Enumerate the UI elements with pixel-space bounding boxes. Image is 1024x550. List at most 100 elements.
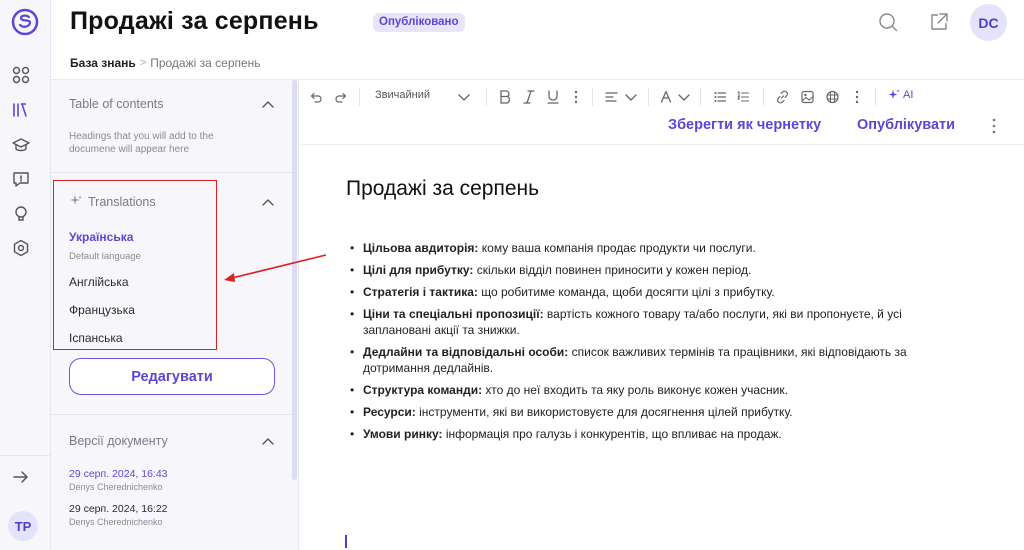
document-editor: Звичайний AI Зберегти як чернетку Опублі… (300, 80, 1024, 550)
toolbar-separator (359, 88, 360, 106)
list-item-text: скільки відділ повинен приносити у кожен… (473, 263, 752, 277)
list-item-text: хто до неї входить та яку роль виконує к… (482, 383, 788, 397)
document-title[interactable]: Продажі за серпень (346, 177, 539, 201)
language-item[interactable]: Іспанська (69, 331, 123, 345)
list-item[interactable]: Структура команди: хто до неї входить та… (348, 382, 968, 398)
versions-title: Версії документу (69, 434, 168, 448)
version-date[interactable]: 29 серп. 2024, 16:22 (69, 503, 168, 515)
chevron-up-icon[interactable] (262, 198, 274, 206)
list-item-text: інформація про галузь і конкурентів, що … (442, 427, 782, 441)
text-style-value: Звичайний (375, 89, 430, 101)
save-draft-button[interactable]: Зберегти як чернетку (668, 117, 821, 133)
toolbar-separator (648, 88, 649, 106)
image-icon[interactable] (801, 89, 814, 105)
list-item-term: Ціни та спеціальні пропозиції: (363, 307, 544, 321)
document-bullet-list[interactable]: Цільова авдиторія: кому ваша компанія пр… (348, 240, 968, 448)
header-avatar[interactable]: DC (970, 4, 1007, 41)
breadcrumb-root[interactable]: База знань (70, 56, 136, 70)
panel-divider (51, 172, 293, 173)
text-color-icon[interactable] (660, 89, 672, 105)
toolbar-separator (875, 88, 876, 106)
list-item[interactable]: Умови ринку: інформація про галузь і кон… (348, 426, 968, 442)
list-item-term: Умови ринку: (363, 427, 443, 441)
more-vertical-icon[interactable] (991, 118, 997, 134)
breadcrumb-current: Продажі за серпень (150, 56, 261, 70)
list-item[interactable]: Ціни та спеціальні пропозиції: вартість … (348, 306, 968, 338)
version-author: Denys Cherednichenko (69, 482, 163, 492)
toolbar-separator (486, 88, 487, 106)
graduation-cap-icon[interactable] (12, 136, 30, 154)
left-rail: TP (0, 0, 51, 550)
chevron-up-icon[interactable] (262, 100, 274, 108)
more-vertical-icon[interactable] (573, 89, 579, 105)
library-icon[interactable] (12, 101, 30, 119)
arrow-right-icon[interactable] (12, 468, 30, 486)
bullet-list-icon[interactable] (714, 89, 726, 105)
document-side-panel: Table of contents Headings that you will… (51, 80, 299, 550)
text-style-select[interactable]: Звичайний (375, 89, 470, 101)
toolbar-separator (700, 88, 701, 106)
editor-toolbar: Звичайний AI (300, 80, 1024, 114)
underline-icon[interactable] (547, 89, 559, 105)
apps-icon[interactable] (12, 66, 30, 84)
breadcrumb: База знань > Продажі за серпень (70, 56, 261, 70)
text-cursor (345, 535, 347, 548)
list-item[interactable]: Цільова авдиторія: кому ваша компанія пр… (348, 240, 968, 256)
settings-hex-icon[interactable] (12, 239, 30, 257)
list-item-text: інструменти, які ви використовуєте для д… (415, 405, 793, 419)
chevron-up-icon[interactable] (262, 437, 274, 445)
language-item[interactable]: Англійська (69, 275, 129, 289)
panel-scrollbar[interactable] (292, 80, 297, 480)
list-item[interactable]: Стратегія і тактика: що робитиме команда… (348, 284, 968, 300)
search-icon[interactable] (878, 12, 898, 32)
question-chat-icon[interactable] (12, 170, 30, 188)
default-language-label: Default language (69, 251, 141, 262)
app-logo-icon[interactable] (9, 6, 41, 38)
table-icon[interactable] (826, 89, 839, 105)
panel-divider (51, 414, 293, 415)
toc-hint: Headings that you will add to the docume… (69, 131, 214, 155)
bold-icon[interactable] (499, 89, 511, 105)
language-default[interactable]: Українська (69, 230, 133, 244)
status-badge: Опубліковано (373, 13, 465, 32)
editor-divider (300, 144, 1024, 145)
toolbar-separator (763, 88, 764, 106)
redo-icon[interactable] (335, 89, 347, 105)
link-icon[interactable] (776, 89, 789, 105)
edit-translations-button[interactable]: Редагувати (69, 358, 275, 395)
sparkle-icon (70, 195, 82, 205)
toolbar-separator (592, 88, 593, 106)
list-item[interactable]: Дедлайни та відповідальні особи: список … (348, 344, 968, 376)
chevron-down-icon[interactable] (678, 89, 690, 105)
share-icon[interactable] (929, 12, 949, 32)
list-item-text: кому ваша компанія продає продукти чи по… (478, 241, 756, 255)
italic-icon[interactable] (523, 89, 535, 105)
rail-divider (0, 455, 51, 456)
align-left-icon[interactable] (605, 89, 618, 105)
list-item-term: Структура команди: (363, 383, 483, 397)
version-date[interactable]: 29 серп. 2024, 16:43 (69, 468, 168, 480)
chevron-down-icon[interactable] (458, 89, 470, 105)
page-title: Продажі за серпень (70, 7, 319, 35)
chevron-down-icon[interactable] (625, 89, 637, 105)
list-item[interactable]: Ресурси: інструменти, які ви використову… (348, 404, 968, 420)
numbered-list-icon[interactable] (737, 89, 749, 105)
list-item-term: Цільова авдиторія: (363, 241, 479, 255)
breadcrumb-separator: > (139, 57, 147, 69)
ai-label: AI (903, 89, 914, 101)
language-item[interactable]: Французька (69, 303, 135, 317)
version-author: Denys Cherednichenko (69, 517, 163, 527)
list-item-term: Ресурси: (363, 405, 416, 419)
ai-assistant-button[interactable]: AI (888, 89, 913, 101)
list-item-term: Стратегія і тактика: (363, 285, 478, 299)
translations-title: Translations (88, 195, 156, 209)
sparkle-icon (888, 89, 900, 99)
more-vertical-icon[interactable] (854, 89, 860, 105)
toc-title: Table of contents (69, 97, 164, 111)
undo-icon[interactable] (310, 89, 322, 105)
user-avatar[interactable]: TP (8, 511, 38, 541)
lightbulb-icon[interactable] (12, 205, 30, 223)
list-item-term: Цілі для прибутку: (363, 263, 474, 277)
publish-button[interactable]: Опублікувати (857, 117, 955, 133)
list-item[interactable]: Цілі для прибутку: скільки відділ повине… (348, 262, 968, 278)
